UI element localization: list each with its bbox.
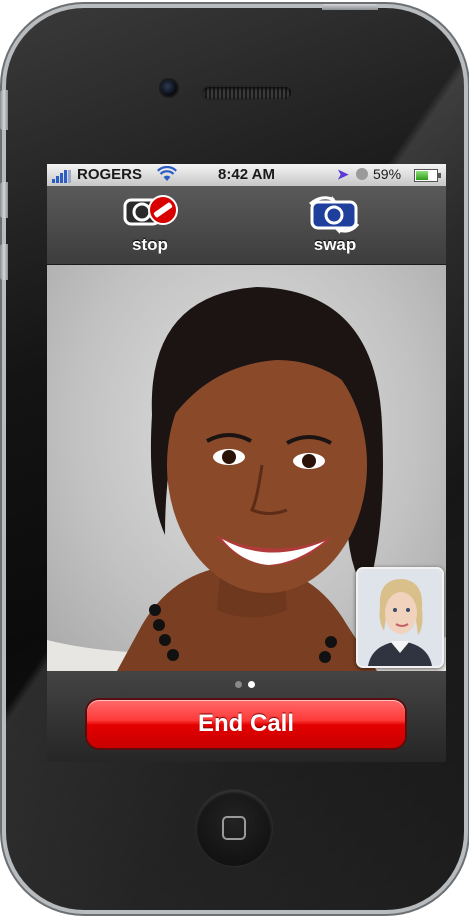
stop-label: stop — [132, 235, 168, 254]
battery-icon — [414, 169, 441, 182]
battery-percent: 59% — [373, 166, 402, 182]
page-dot-2[interactable] — [248, 681, 255, 688]
self-view-thumbnail[interactable] — [356, 567, 444, 668]
stop-video-button[interactable]: stop — [115, 192, 185, 258]
screen: ROGERS 8:42 AM ➤ 59% stop swap End Call — [47, 164, 446, 762]
clock-icon — [356, 168, 368, 180]
end-call-button[interactable]: End Call — [87, 700, 405, 748]
earpiece-speaker — [203, 87, 291, 99]
front-camera-icon — [161, 80, 177, 96]
mute-switch[interactable] — [0, 90, 8, 130]
volume-up-button[interactable] — [0, 182, 8, 218]
page-dot-1[interactable] — [235, 681, 242, 688]
self-view-portrait — [358, 569, 442, 666]
swap-label: swap — [313, 235, 357, 254]
page-indicator — [235, 681, 265, 689]
location-icon: ➤ — [337, 166, 349, 182]
home-button[interactable] — [196, 790, 272, 866]
swap-camera-button[interactable]: swap — [300, 192, 370, 258]
status-bar: ROGERS 8:42 AM ➤ 59% — [47, 164, 446, 186]
stop-camera-icon — [123, 195, 178, 226]
swap-camera-icon — [309, 196, 360, 234]
call-controls-bar: End Call — [47, 671, 446, 762]
volume-down-button[interactable] — [0, 244, 8, 280]
call-toolbar: stop swap — [47, 186, 446, 265]
sleep-button[interactable] — [322, 4, 378, 10]
